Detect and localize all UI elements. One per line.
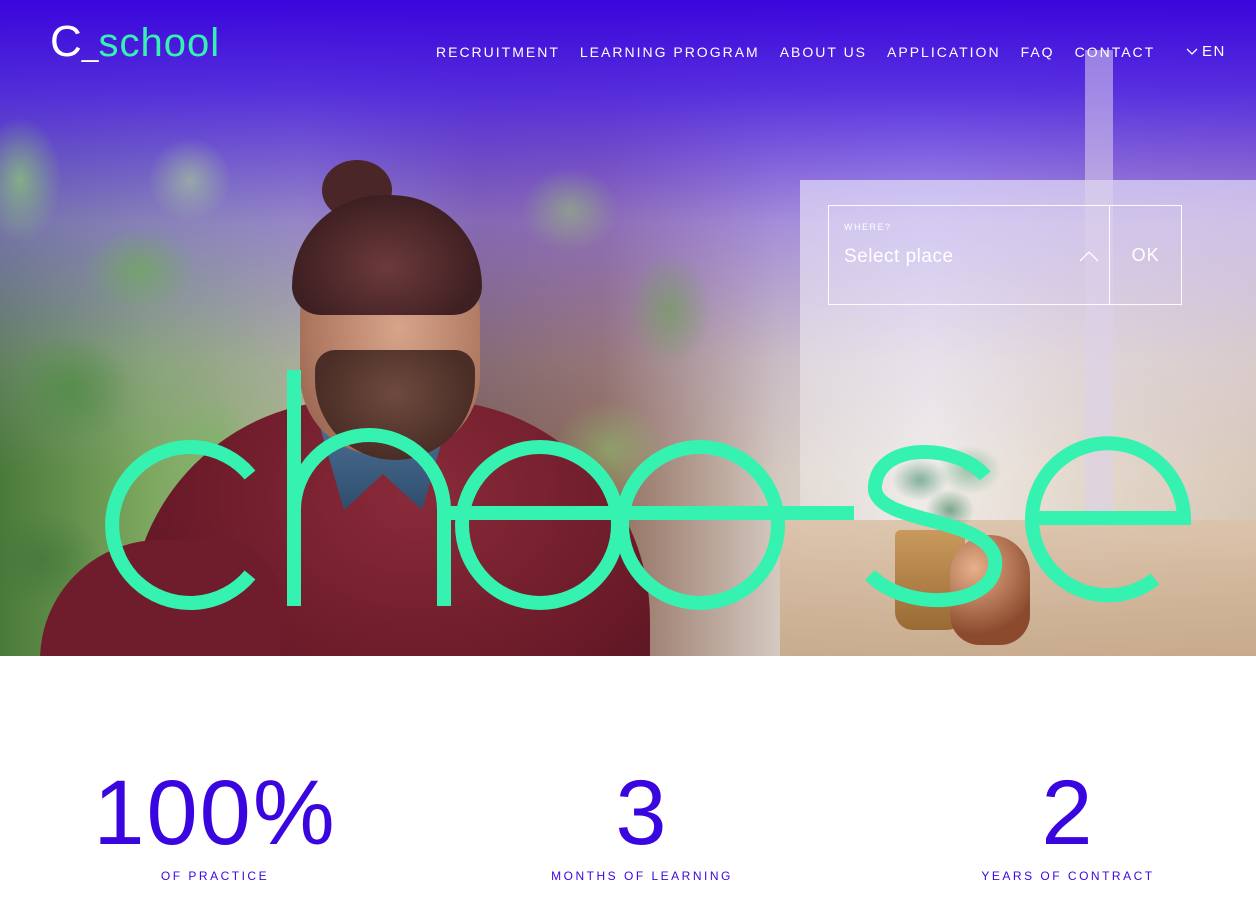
stat-value: 100% [93, 762, 337, 864]
nav-item-application[interactable]: APPLICATION [887, 40, 1001, 64]
nav-item-recruitment[interactable]: RECRUITMENT [436, 40, 560, 64]
chevron-down-icon [1186, 48, 1198, 55]
stat-label: OF PRACTICE [160, 869, 270, 883]
place-selector: WHERE? Select place OK [828, 205, 1182, 305]
logo-letter-c: C [50, 17, 82, 66]
nav-item-faq[interactable]: FAQ [1021, 40, 1055, 64]
logo-school-text: school [98, 21, 221, 65]
place-select-value: Select place [844, 246, 954, 267]
stat-months: 3 MONTHS OF LEARNING [492, 761, 792, 883]
stat-label: MONTHS OF LEARNING [551, 869, 733, 883]
place-select-label: WHERE? [844, 222, 892, 232]
place-select-dropdown[interactable]: WHERE? Select place [829, 206, 1111, 304]
nav-item-contact[interactable]: CONTACT [1075, 40, 1156, 64]
ok-button[interactable]: OK [1110, 206, 1181, 304]
stat-years: 2 YEARS OF CONTRACT [918, 761, 1218, 883]
nav-item-about-us[interactable]: ABOUT US [780, 40, 867, 64]
logo-underscore: _ [81, 30, 99, 63]
stat-practice: 100% OF PRACTICE [65, 761, 365, 883]
hero-section: C _ school RECRUITMENT LEARNING PROGRAM … [0, 0, 1256, 656]
site-logo[interactable]: C _ school [50, 17, 221, 66]
stat-value: 2 [1041, 762, 1095, 864]
language-switcher[interactable]: EN [1186, 40, 1226, 64]
nav-item-learning-program[interactable]: LEARNING PROGRAM [580, 40, 760, 64]
stat-label: YEARS OF CONTRACT [981, 869, 1155, 883]
person-hair [292, 195, 482, 315]
language-label: EN [1202, 43, 1226, 60]
stats-section: 100% OF PRACTICE 3 MONTHS OF LEARNING 2 … [0, 656, 1256, 921]
stat-value: 3 [615, 762, 669, 864]
chevron-up-icon [1079, 251, 1099, 262]
main-navigation: RECRUITMENT LEARNING PROGRAM ABOUT US AP… [436, 40, 1175, 64]
hero-headline-choose [105, 370, 1192, 610]
